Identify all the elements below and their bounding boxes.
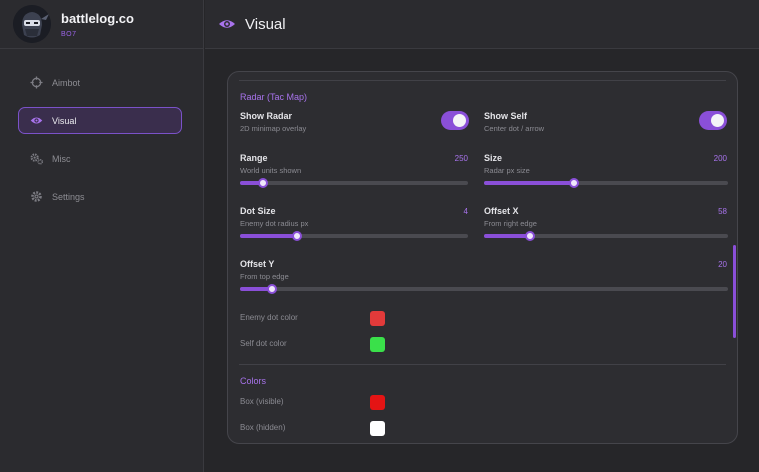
size-description: Radar px size (484, 166, 530, 175)
slider-fill (484, 181, 575, 185)
size-slider[interactable] (484, 178, 728, 188)
page-title: Visual (245, 15, 286, 33)
offset-x-slider[interactable] (484, 231, 728, 241)
offset-x-label: Offset X (484, 206, 519, 216)
range-slider[interactable] (240, 178, 468, 188)
offset-y-label: Offset Y (240, 259, 275, 269)
eye-icon (29, 114, 43, 128)
sidebar-item-visual[interactable]: Visual (18, 107, 182, 134)
gears-icon (29, 152, 43, 166)
range-description: World units shown (240, 166, 302, 175)
slider-thumb[interactable] (569, 178, 580, 188)
sidebar-item-label: Misc (52, 153, 71, 164)
slider-thumb[interactable] (525, 231, 536, 241)
range-value: 250 (454, 154, 468, 163)
self-dot-color-swatch[interactable] (370, 337, 385, 352)
section-title-colors: Colors (240, 376, 267, 386)
offset-x-value: 58 (718, 207, 727, 216)
slider-fill (240, 234, 297, 238)
sidebar-item-misc[interactable]: Misc (18, 145, 182, 172)
size-label: Size (484, 153, 503, 163)
dot-size-label: Dot Size (240, 206, 276, 216)
self-dot-color-label: Self dot color (240, 339, 287, 348)
range-label: Range (240, 153, 268, 163)
dot-size-slider[interactable] (240, 231, 468, 241)
box-hidden-color-label: Box (hidden) (240, 423, 286, 432)
sidebar-item-label: Settings (52, 191, 85, 202)
sidebar-item-label: Aimbot (52, 77, 81, 88)
show-radar-label: Show Radar (240, 111, 293, 121)
offset-y-slider[interactable] (240, 284, 728, 294)
sidebar-item-settings[interactable]: Settings (18, 183, 182, 210)
show-radar-description: 2D minimap overlay (240, 124, 307, 133)
enemy-dot-color-label: Enemy dot color (240, 313, 298, 322)
brand-subtitle: BO7 (61, 30, 77, 38)
show-self-description: Center dot / arrow (484, 124, 545, 133)
page-header: Visual (205, 0, 759, 49)
divider (239, 364, 726, 365)
section-title-radar: Radar (Tac Map) (240, 92, 308, 102)
show-self-label: Show Self (484, 111, 528, 121)
size-value: 200 (713, 154, 727, 163)
slider-thumb[interactable] (257, 178, 268, 188)
brand-name: battlelog.co (61, 10, 134, 26)
divider (239, 80, 726, 81)
ninja-logo-icon (13, 5, 51, 43)
panel-scrollbar[interactable] (733, 245, 736, 338)
visual-settings-panel: Radar (Tac Map) Show Radar 2D minimap ov… (227, 71, 738, 444)
box-visible-color-label: Box (visible) (240, 397, 284, 406)
offset-y-description: From top edge (240, 272, 289, 281)
sidebar-nav: Aimbot Visual Misc Settings (0, 49, 203, 210)
brand: battlelog.co BO7 (0, 0, 203, 49)
enemy-dot-color-swatch[interactable] (370, 311, 385, 326)
show-radar-toggle[interactable] (441, 111, 469, 130)
slider-thumb[interactable] (267, 284, 278, 294)
offset-x-description: From right edge (484, 219, 537, 228)
show-self-toggle[interactable] (699, 111, 727, 130)
crosshair-icon (29, 76, 43, 90)
eye-icon (219, 20, 235, 28)
slider-thumb[interactable] (292, 231, 302, 241)
slider-fill (484, 234, 531, 238)
dot-size-value: 4 (463, 207, 468, 216)
dot-size-description: Enemy dot radius px (240, 219, 309, 228)
sidebar-item-aimbot[interactable]: Aimbot (18, 69, 182, 96)
gear-icon (29, 190, 43, 204)
offset-y-value: 20 (718, 260, 727, 269)
box-hidden-color-swatch[interactable] (370, 421, 385, 436)
box-visible-color-swatch[interactable] (370, 395, 385, 410)
sidebar-item-label: Visual (52, 115, 77, 126)
sidebar: battlelog.co BO7 Aimbot Visual Misc Sett… (0, 0, 204, 472)
